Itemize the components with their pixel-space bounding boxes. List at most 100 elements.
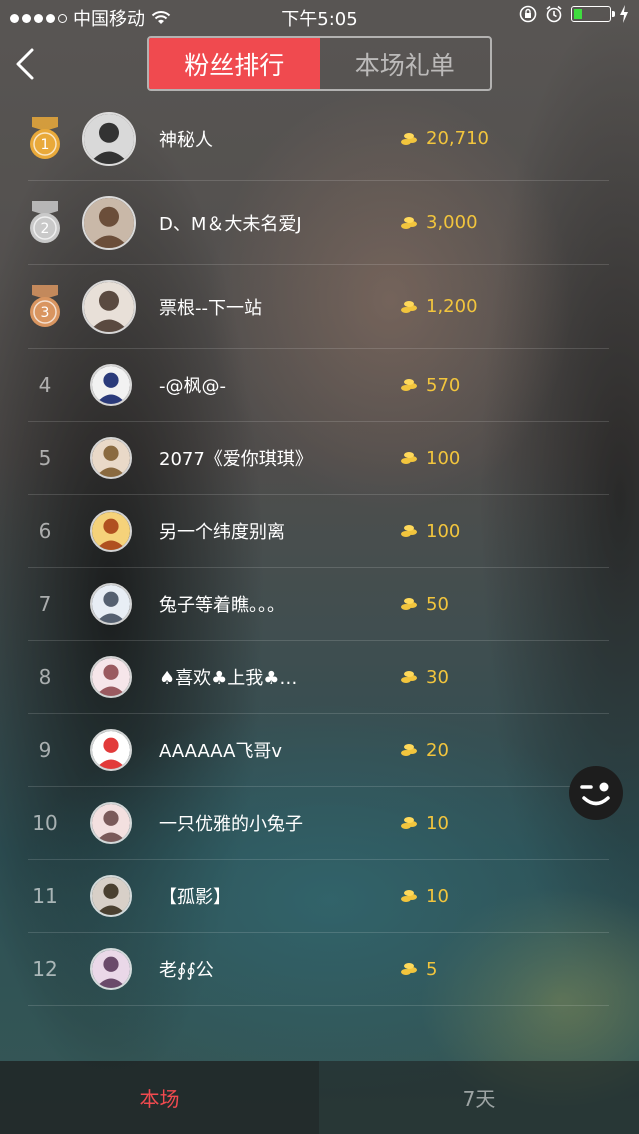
avatar[interactable] xyxy=(90,510,132,552)
fan-name: 一只优雅的小兔子 xyxy=(159,814,303,835)
bottom-tab-bar: 本场 7天 xyxy=(0,1061,639,1134)
score-value: 5 xyxy=(426,958,438,980)
avatar[interactable] xyxy=(90,729,132,771)
score-value: 50 xyxy=(426,593,449,615)
fan-name: 另一个纬度别离 xyxy=(159,522,285,543)
ranking-row[interactable]: 12 老∮∮公 5 xyxy=(28,933,609,1006)
silver-medal-icon: 2 xyxy=(30,200,60,243)
avatar[interactable] xyxy=(82,111,136,166)
ranking-row[interactable]: 3 票根--下一站 1,200 xyxy=(28,265,609,349)
chevron-left-icon[interactable] xyxy=(8,42,48,86)
avatar[interactable] xyxy=(82,279,136,334)
medal-rank-number: 2 xyxy=(41,221,50,237)
coin-stack-icon xyxy=(401,817,417,829)
bronze-medal-icon: 3 xyxy=(30,284,60,327)
avatar[interactable] xyxy=(82,195,136,250)
charging-icon xyxy=(620,5,628,23)
ranking-row[interactable]: 1 神秘人 20,710 xyxy=(28,97,609,181)
fan-score: 5 xyxy=(400,933,437,1005)
avatar[interactable] xyxy=(90,656,132,698)
rank-number: 5 xyxy=(38,446,52,470)
ranking-row[interactable]: 4 -@枫@- 570 xyxy=(28,349,609,422)
score-value: 10 xyxy=(426,812,449,834)
coin-stack-icon xyxy=(401,671,417,683)
ranking-row[interactable]: 6 另一个纬度别离 100 xyxy=(28,495,609,568)
fan-name: D、M＆大未名爱J xyxy=(159,213,302,235)
ranking-row[interactable]: 7 兔子等着瞧。。。 50 xyxy=(28,568,609,641)
ranking-row[interactable]: 11 【孤影】 10 xyxy=(28,860,609,933)
ranking-list: 1 神秘人 20,710 2 D、M＆大未名爱J 3,000 3 票根--下一站 1,200 4 -… xyxy=(0,97,639,1006)
avatar[interactable] xyxy=(90,437,132,479)
coin-stack-icon xyxy=(401,452,417,464)
score-value: 20,710 xyxy=(426,128,489,149)
fan-score: 20,710 xyxy=(400,97,489,180)
tab-fan-ranking[interactable]: 粉丝排行 xyxy=(149,38,320,89)
score-value: 3,000 xyxy=(426,212,478,233)
rank-number: 4 xyxy=(38,373,52,397)
score-value: 20 xyxy=(426,739,449,761)
fan-name: ♠喜欢♣上我♣… xyxy=(159,668,298,689)
tab-gift-list[interactable]: 本场礼单 xyxy=(320,38,491,89)
coin-stack-icon xyxy=(401,525,417,537)
fan-name: 【孤影】 xyxy=(159,887,231,908)
rank-number: 10 xyxy=(32,811,58,835)
avatar[interactable] xyxy=(90,802,132,844)
fan-name: 2077《爱你琪琪》 xyxy=(159,449,313,470)
rotation-lock-icon xyxy=(519,5,537,23)
ranking-row[interactable]: 2 D、M＆大未名爱J 3,000 xyxy=(28,181,609,265)
avatar[interactable] xyxy=(90,583,132,625)
fan-score: 10 xyxy=(400,860,449,932)
coin-stack-icon xyxy=(401,132,417,145)
score-value: 570 xyxy=(426,374,461,396)
coin-stack-icon xyxy=(401,379,417,391)
fan-score: 100 xyxy=(400,422,460,494)
alarm-icon xyxy=(546,5,562,23)
score-value: 100 xyxy=(426,447,461,469)
fan-score: 1,200 xyxy=(400,265,478,348)
fan-score: 570 xyxy=(400,349,460,421)
score-value: 1,200 xyxy=(426,296,478,317)
ranking-row[interactable]: 5 2077《爱你琪琪》 100 xyxy=(28,422,609,495)
coin-stack-icon xyxy=(401,963,417,975)
rank-number: 9 xyxy=(38,738,52,762)
ranking-row[interactable]: 8 ♠喜欢♣上我♣… 30 xyxy=(28,641,609,714)
wink-face-icon[interactable] xyxy=(568,765,624,821)
fan-name: AAAAAA飞哥v xyxy=(159,741,283,762)
status-right-group xyxy=(519,5,629,23)
coin-stack-icon xyxy=(401,744,417,756)
avatar[interactable] xyxy=(90,364,132,406)
rank-number: 11 xyxy=(32,884,58,908)
tab-seven-days[interactable]: 7天 xyxy=(319,1061,639,1134)
fan-score: 100 xyxy=(400,495,460,567)
rank-number: 7 xyxy=(38,592,52,616)
fan-name: 兔子等着瞧。。。 xyxy=(159,595,285,616)
fan-score: 10 xyxy=(400,787,449,859)
coin-stack-icon xyxy=(401,300,417,313)
status-bar: 中国移动 下午5:05 xyxy=(0,0,639,32)
medal-rank-number: 3 xyxy=(41,305,50,321)
fan-score: 30 xyxy=(400,641,449,713)
battery-icon xyxy=(571,6,615,22)
score-value: 10 xyxy=(426,885,449,907)
ranking-row[interactable]: 9 AAAAAA飞哥v 20 xyxy=(28,714,609,787)
fan-name: 神秘人 xyxy=(159,129,213,151)
score-value: 100 xyxy=(426,520,461,542)
segmented-control: 粉丝排行 本场礼单 xyxy=(147,36,492,91)
avatar[interactable] xyxy=(90,875,132,917)
fan-name: -@枫@- xyxy=(159,376,226,397)
medal-rank-number: 1 xyxy=(41,137,50,153)
tab-this-show[interactable]: 本场 xyxy=(0,1061,319,1134)
gold-medal-icon: 1 xyxy=(30,116,60,159)
coin-stack-icon xyxy=(401,216,417,229)
rank-number: 12 xyxy=(32,957,58,981)
rank-number: 6 xyxy=(38,519,52,543)
fan-score: 3,000 xyxy=(400,181,478,264)
fan-name: 老∮∮公 xyxy=(159,960,214,981)
fan-score: 50 xyxy=(400,568,449,640)
coin-stack-icon xyxy=(401,890,417,902)
coin-stack-icon xyxy=(401,598,417,610)
avatar[interactable] xyxy=(90,948,132,990)
fan-name: 票根--下一站 xyxy=(159,297,262,319)
ranking-row[interactable]: 10 一只优雅的小兔子 10 xyxy=(28,787,609,860)
score-value: 30 xyxy=(426,666,449,688)
